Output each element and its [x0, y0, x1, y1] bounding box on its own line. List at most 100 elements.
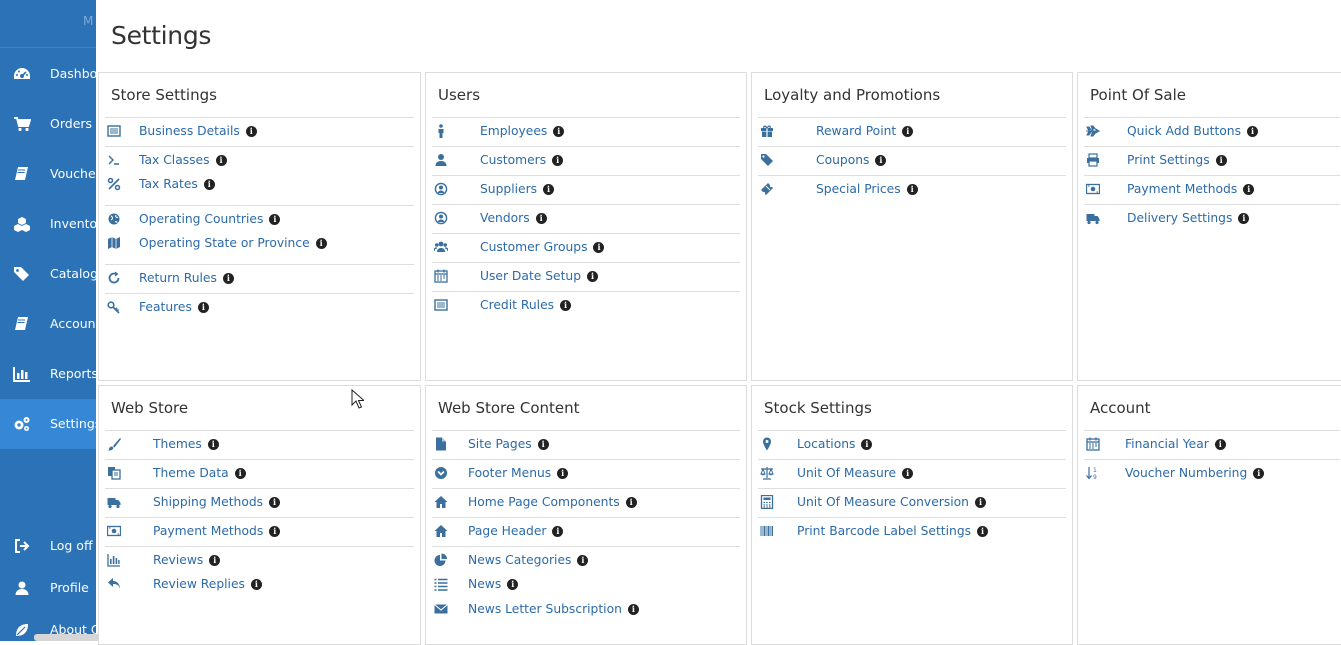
settings-link-label[interactable]: Reviews i	[153, 553, 221, 567]
settings-link-quick-add-buttons[interactable]: Quick Add Buttons i	[1084, 117, 1340, 147]
settings-link-customers[interactable]: Customers i	[432, 146, 740, 176]
info-icon[interactable]: i	[902, 468, 914, 479]
settings-link-label[interactable]: Tax Classes i	[139, 153, 227, 167]
settings-link-label[interactable]: Customer Groups i	[480, 240, 605, 254]
settings-link-special-prices[interactable]: Special Prices i	[758, 175, 1066, 205]
settings-link-employees[interactable]: Employees i	[432, 117, 740, 147]
settings-link-review-replies[interactable]: Review Replies i	[105, 571, 414, 600]
info-icon[interactable]: i	[577, 555, 589, 566]
settings-link-label[interactable]: Return Rules i	[139, 271, 234, 285]
settings-link-credit-rules[interactable]: Credit Rules i	[432, 291, 740, 321]
settings-link-business-details[interactable]: Business Details i	[105, 117, 414, 147]
settings-link-footer-menus[interactable]: Footer Menus i	[432, 459, 740, 489]
sidebar-item-inventory[interactable]: Inventory	[0, 199, 96, 249]
settings-link-label[interactable]: Footer Menus i	[468, 466, 569, 480]
settings-link-label[interactable]: Operating State or Province i	[139, 236, 327, 250]
settings-link-label[interactable]: Delivery Settings i	[1127, 211, 1250, 225]
sidebar-item-dashboard[interactable]: Dashboard	[0, 49, 96, 99]
sidebar-item-catalog[interactable]: Catalog	[0, 249, 96, 299]
settings-link-news-letter-subscription[interactable]: News Letter Subscription i	[432, 596, 740, 625]
info-icon[interactable]: i	[315, 238, 327, 249]
settings-link-label[interactable]: Print Barcode Label Settings i	[797, 524, 989, 538]
settings-link-label[interactable]: Site Pages i	[468, 437, 549, 451]
settings-link-label[interactable]: Unit Of Measure Conversion i	[797, 495, 986, 509]
info-icon[interactable]: i	[557, 468, 569, 479]
settings-link-label[interactable]: Credit Rules i	[480, 298, 572, 312]
info-icon[interactable]: i	[1215, 155, 1227, 166]
settings-link-shipping-methods[interactable]: Shipping Methods i	[105, 488, 414, 518]
settings-link-suppliers[interactable]: Suppliers i	[432, 175, 740, 205]
info-icon[interactable]: i	[977, 526, 989, 537]
settings-link-label[interactable]: Voucher Numbering i	[1125, 466, 1265, 480]
info-icon[interactable]: i	[245, 126, 257, 137]
sidebar-item-orders[interactable]: Orders	[0, 99, 96, 149]
settings-link-label[interactable]: Payment Methods i	[1127, 182, 1255, 196]
settings-link-label[interactable]: Shipping Methods i	[153, 495, 281, 509]
settings-link-return-rules[interactable]: Return Rules i	[105, 264, 414, 294]
info-icon[interactable]: i	[552, 155, 564, 166]
settings-link-payment-methods[interactable]: Payment Methods i	[1084, 175, 1340, 205]
settings-link-label[interactable]: Suppliers i	[480, 182, 555, 196]
settings-link-label[interactable]: Quick Add Buttons i	[1127, 124, 1258, 138]
settings-link-label[interactable]: Vendors i	[480, 211, 547, 225]
settings-link-label[interactable]: Page Header i	[468, 524, 564, 538]
settings-link-operating-state-or-province[interactable]: Operating State or Province i	[105, 230, 414, 259]
info-icon[interactable]: i	[875, 155, 887, 166]
info-icon[interactable]: i	[234, 468, 246, 479]
settings-link-label[interactable]: Features i	[139, 300, 209, 314]
info-icon[interactable]: i	[507, 579, 519, 590]
info-icon[interactable]: i	[974, 497, 986, 508]
info-icon[interactable]: i	[587, 271, 599, 282]
settings-link-label[interactable]: Tax Rates i	[139, 177, 215, 191]
info-icon[interactable]: i	[537, 439, 549, 450]
settings-link-label[interactable]: Theme Data i	[153, 466, 246, 480]
info-icon[interactable]: i	[861, 439, 873, 450]
settings-link-label[interactable]: Business Details i	[139, 124, 257, 138]
sidebar-item-settings[interactable]: Settings	[0, 399, 96, 449]
info-icon[interactable]: i	[627, 604, 639, 615]
settings-link-financial-year[interactable]: Financial Year i	[1084, 430, 1340, 460]
settings-link-home-page-components[interactable]: Home Page Components i	[432, 488, 740, 518]
info-icon[interactable]: i	[1238, 213, 1250, 224]
settings-link-voucher-numbering[interactable]: 1 9 Voucher Numbering i	[1084, 459, 1340, 489]
info-icon[interactable]: i	[250, 579, 262, 590]
settings-link-label[interactable]: Review Replies i	[153, 577, 262, 591]
sidebar-item-accounts[interactable]: Accounts	[0, 299, 96, 349]
info-icon[interactable]: i	[906, 184, 918, 195]
settings-link-label[interactable]: News i	[468, 577, 519, 591]
info-icon[interactable]: i	[222, 273, 234, 284]
info-icon[interactable]: i	[269, 497, 281, 508]
info-icon[interactable]: i	[269, 526, 281, 537]
settings-link-locations[interactable]: Locations i	[758, 430, 1066, 460]
settings-link-label[interactable]: Unit Of Measure i	[797, 466, 914, 480]
settings-link-print-settings[interactable]: Print Settings i	[1084, 146, 1340, 176]
settings-link-print-barcode-label-settings[interactable]: Print Barcode Label Settings i	[758, 517, 1066, 547]
settings-link-label[interactable]: Coupons i	[816, 153, 887, 167]
info-icon[interactable]: i	[625, 497, 637, 508]
info-icon[interactable]: i	[560, 300, 572, 311]
settings-link-user-date-setup[interactable]: User Date Setup i	[432, 262, 740, 292]
info-icon[interactable]: i	[1247, 126, 1258, 137]
settings-link-label[interactable]: Operating Countries i	[139, 212, 281, 226]
info-icon[interactable]: i	[902, 126, 914, 137]
info-icon[interactable]: i	[203, 179, 215, 190]
settings-link-label[interactable]: Special Prices i	[816, 182, 918, 196]
info-icon[interactable]: i	[535, 213, 547, 224]
settings-link-themes[interactable]: Themes i	[105, 430, 414, 460]
settings-link-coupons[interactable]: Coupons i	[758, 146, 1066, 176]
sidebar-logoff[interactable]: Log off	[0, 531, 96, 561]
info-icon[interactable]: i	[215, 155, 227, 166]
info-icon[interactable]: i	[207, 439, 219, 450]
sidebar-item-vouchers[interactable]: Vouchers	[0, 149, 96, 199]
settings-link-site-pages[interactable]: Site Pages i	[432, 430, 740, 460]
settings-link-label[interactable]: Print Settings i	[1127, 153, 1227, 167]
settings-link-label[interactable]: Employees i	[480, 124, 565, 138]
settings-link-label[interactable]: Customers i	[480, 153, 564, 167]
settings-link-label[interactable]: News Letter Subscription i	[468, 602, 639, 616]
info-icon[interactable]: i	[543, 184, 555, 195]
info-icon[interactable]: i	[1243, 184, 1255, 195]
settings-link-label[interactable]: News Categories i	[468, 553, 589, 567]
info-icon[interactable]: i	[593, 242, 605, 253]
settings-link-theme-data[interactable]: Theme Data i	[105, 459, 414, 489]
settings-link-payment-methods[interactable]: Payment Methods i	[105, 517, 414, 547]
